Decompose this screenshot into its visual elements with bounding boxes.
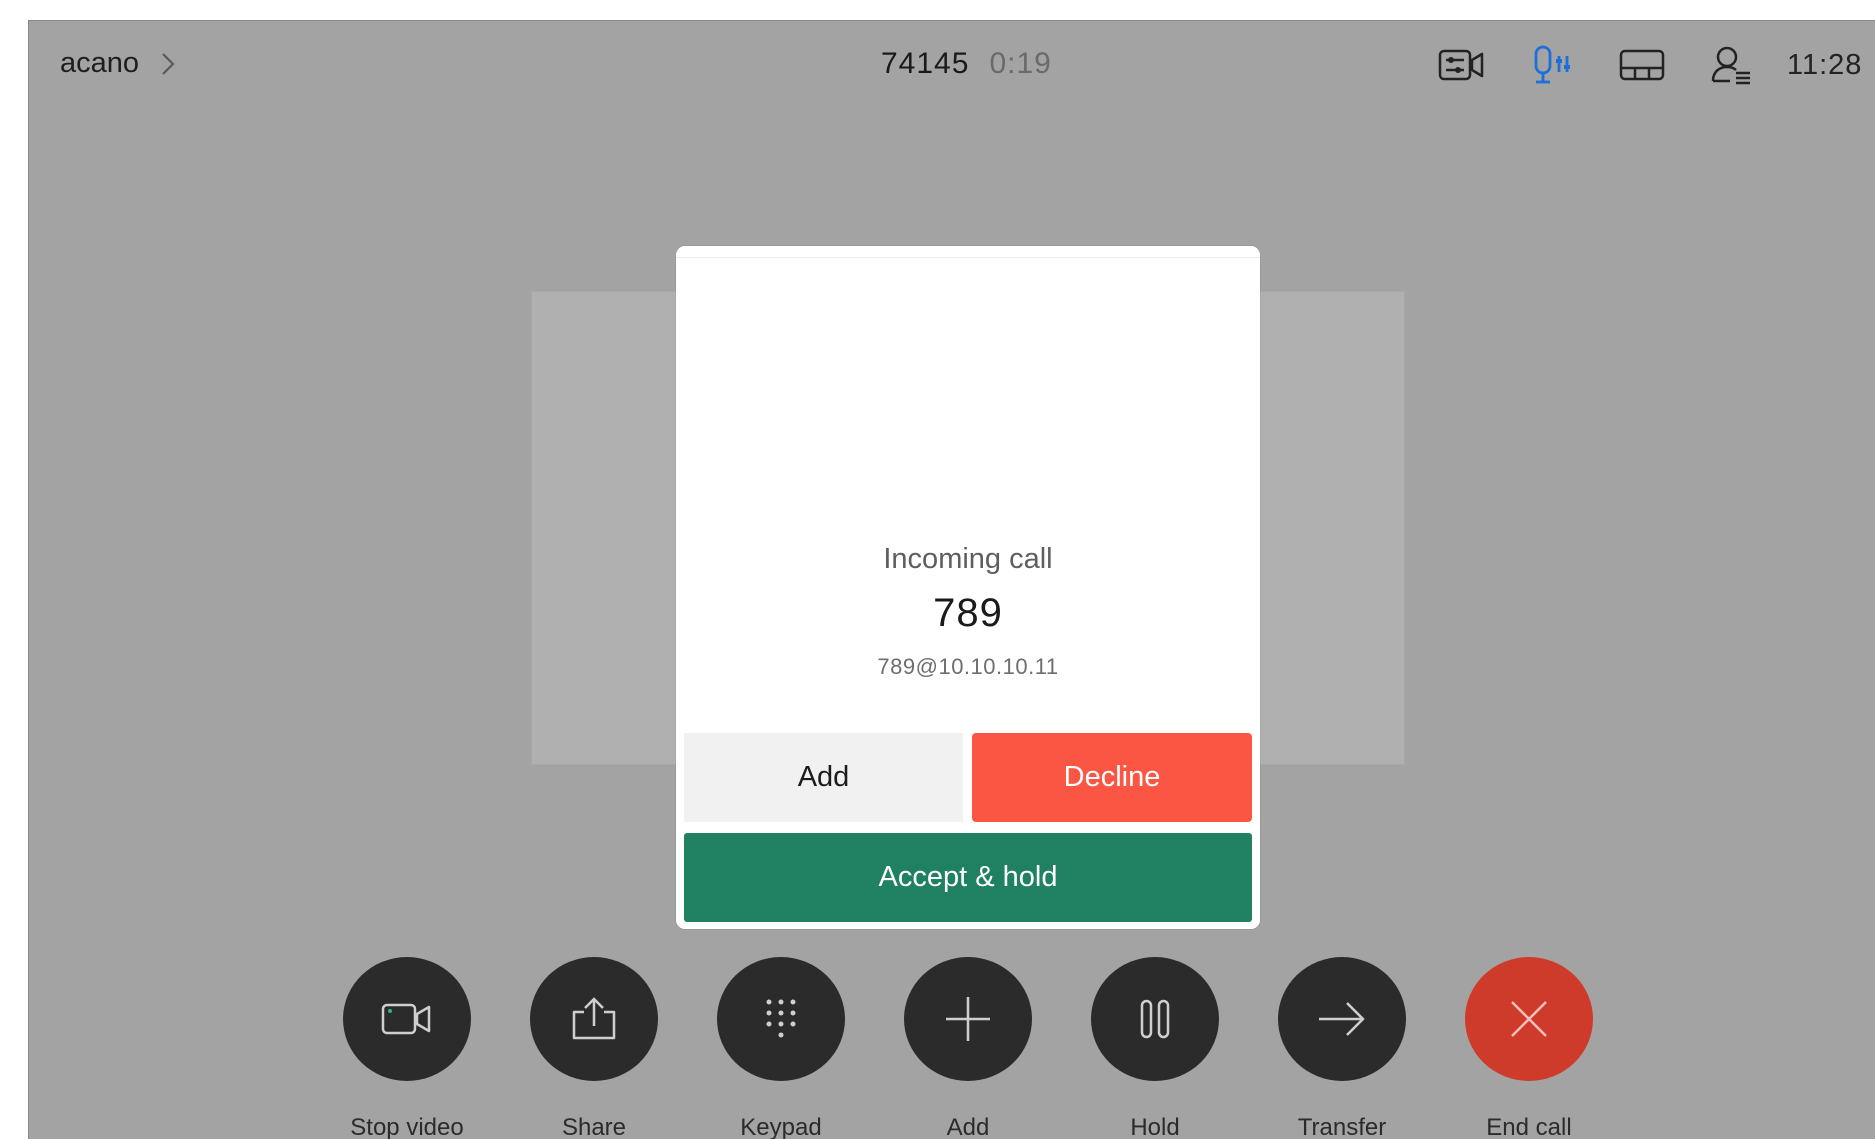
hold-circle bbox=[1091, 957, 1219, 1081]
keypad-circle bbox=[717, 957, 845, 1081]
call-timer: 0:19 bbox=[989, 47, 1052, 80]
transfer-label: Transfer bbox=[1297, 1114, 1387, 1139]
hold-label: Hold bbox=[1130, 1114, 1180, 1139]
keypad-label: Keypad bbox=[740, 1114, 822, 1139]
decline-button[interactable]: Decline bbox=[972, 733, 1252, 822]
dialog-title: Incoming call bbox=[883, 543, 1053, 575]
chevron-right-icon bbox=[162, 52, 175, 75]
plus-icon bbox=[946, 997, 990, 1041]
call-number: 74145 bbox=[881, 47, 970, 80]
add-call-circle bbox=[904, 957, 1032, 1081]
stop-video-label: Stop video bbox=[350, 1114, 464, 1139]
close-icon bbox=[1511, 1001, 1547, 1037]
participants-icon[interactable] bbox=[1704, 43, 1760, 87]
microphone-settings-icon[interactable] bbox=[1524, 43, 1580, 87]
add-button[interactable]: Add bbox=[684, 733, 963, 822]
incoming-call-dialog: Incoming call 789 789@10.10.10.11 Add De… bbox=[676, 246, 1260, 929]
caller-uri: 789@10.10.10.11 bbox=[877, 654, 1059, 679]
arrow-right-icon bbox=[1319, 1002, 1365, 1036]
caller-name: 789 bbox=[933, 591, 1003, 635]
share-circle bbox=[530, 957, 658, 1081]
layout-icon[interactable] bbox=[1614, 43, 1670, 87]
breadcrumb[interactable]: acano bbox=[60, 47, 175, 80]
end-call-circle bbox=[1465, 957, 1593, 1081]
dialog-divider bbox=[676, 257, 1260, 258]
camera-settings-icon[interactable] bbox=[1434, 43, 1490, 87]
share-icon bbox=[572, 997, 616, 1040]
pause-icon bbox=[1140, 999, 1170, 1039]
keypad-icon bbox=[766, 999, 796, 1038]
transfer-circle bbox=[1278, 957, 1406, 1081]
clock: 11:28 bbox=[1787, 49, 1863, 81]
share-label: Share bbox=[561, 1114, 627, 1139]
breadcrumb-label: acano bbox=[60, 47, 140, 79]
top-bar: acano 74145 0:19 11:28 bbox=[29, 21, 1875, 111]
status-icons bbox=[1434, 43, 1760, 87]
accept-and-hold-button[interactable]: Accept & hold bbox=[684, 833, 1252, 922]
stop-video-circle bbox=[343, 957, 471, 1081]
video-camera-icon bbox=[381, 1003, 431, 1035]
end-call-label: End call bbox=[1486, 1114, 1572, 1139]
video-call-screen: acano 74145 0:19 11:28 Incoming call 789… bbox=[28, 20, 1875, 1139]
add-call-label: Add bbox=[946, 1114, 990, 1139]
call-info: 74145 0:19 bbox=[881, 47, 1052, 81]
